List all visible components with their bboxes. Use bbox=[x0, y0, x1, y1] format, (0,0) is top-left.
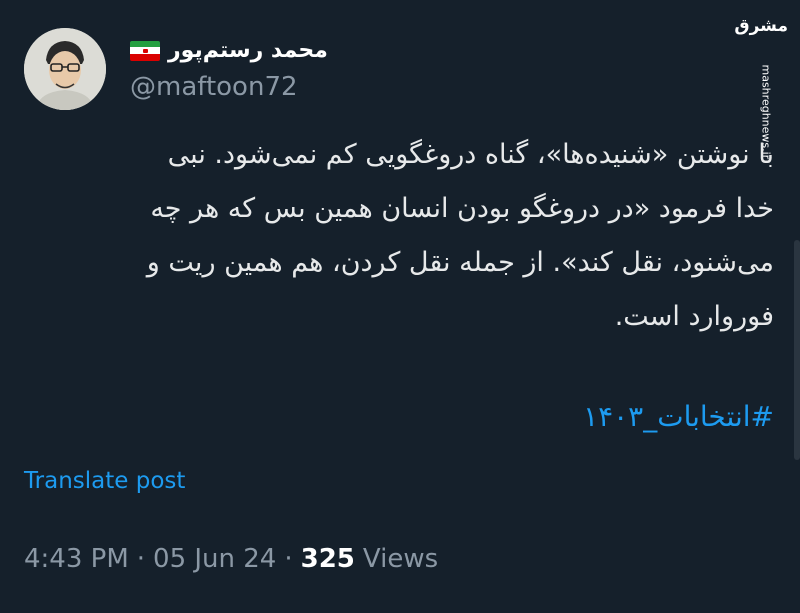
watermark: مشرق mashreghnews.ir bbox=[734, 10, 796, 159]
user-name-row[interactable]: محمد رستم‌پور bbox=[130, 38, 328, 63]
tweet-text: با نوشتن «شنیده‌ها»، گناه دروغگویی کم نم… bbox=[146, 139, 774, 332]
user-handle[interactable]: @maftoon72 bbox=[130, 72, 298, 102]
avatar[interactable] bbox=[24, 28, 106, 110]
views-label: Views bbox=[362, 544, 439, 574]
separator-dot: · bbox=[136, 544, 146, 574]
tweet-time[interactable]: 4:43 PM bbox=[24, 544, 129, 574]
tweet-date[interactable]: 05 Jun 24 bbox=[153, 544, 276, 574]
iran-flag-icon bbox=[130, 40, 160, 61]
tweet-meta: 4:43 PM · 05 Jun 24 · 325 Views bbox=[24, 544, 438, 574]
watermark-logo: مشرق bbox=[734, 16, 788, 36]
translate-post-link[interactable]: Translate post bbox=[24, 468, 185, 494]
views-count[interactable]: 325 bbox=[301, 544, 355, 574]
display-name[interactable]: محمد رستم‌پور bbox=[168, 38, 328, 63]
hashtag-link[interactable]: #انتخابات_۱۴۰۳ bbox=[583, 400, 774, 433]
avatar-image bbox=[24, 28, 106, 110]
tweet-card: محمد رستم‌پور @maftoon72 مشرق mashreghne… bbox=[0, 0, 800, 613]
scrollbar-thumb[interactable] bbox=[794, 240, 800, 460]
separator-dot: · bbox=[284, 544, 293, 574]
